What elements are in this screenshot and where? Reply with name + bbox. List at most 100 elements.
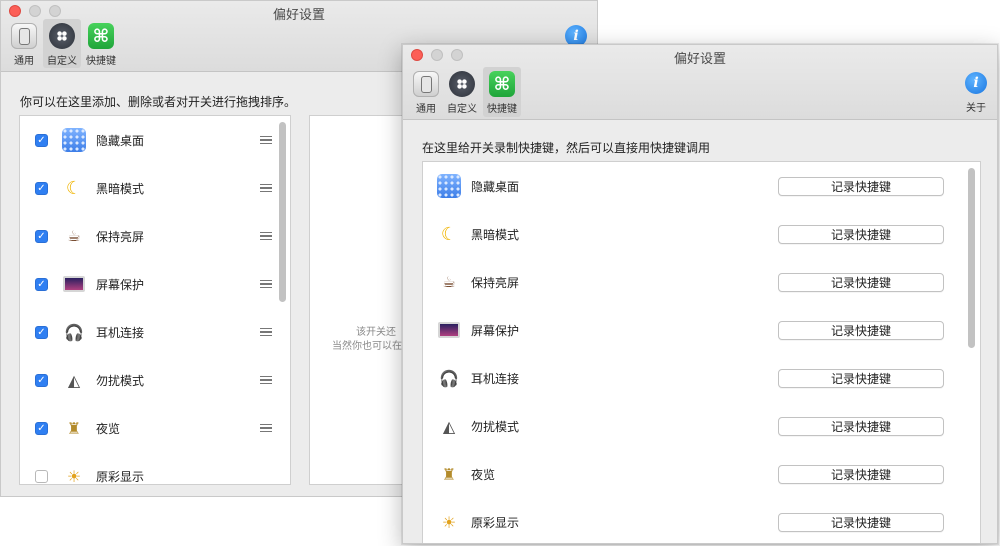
switch-list[interactable]: ✓ 隐藏桌面 ✓ ☾ 黑暗模式 ✓ ☕ 保持亮屏 ✓ 屏幕保护 ✓ 🎧 耳机连接 bbox=[19, 115, 291, 485]
list-item: 隐藏桌面 记录快捷键 bbox=[423, 162, 980, 210]
list-item[interactable]: ✓ 屏幕保护 bbox=[20, 260, 290, 308]
checkbox[interactable]: ✓ bbox=[35, 181, 48, 195]
checkbox[interactable]: ✓ bbox=[35, 277, 48, 291]
item-label: 耳机连接 bbox=[471, 371, 520, 386]
list-item[interactable]: ✓ ◭ 勿扰模式 bbox=[20, 356, 290, 404]
record-shortcut-button[interactable]: 记录快捷键 bbox=[778, 272, 944, 292]
drag-handle-icon[interactable] bbox=[260, 231, 272, 241]
info-icon: i bbox=[965, 72, 987, 94]
titlebar: 偏好设置 通用 自定义 ⌘ 快捷键 i 关于 bbox=[403, 45, 997, 120]
drag-handle-icon[interactable] bbox=[260, 135, 272, 145]
list-item: ☾ 黑暗模式 记录快捷键 bbox=[423, 210, 980, 258]
drag-handle-icon[interactable] bbox=[260, 279, 272, 289]
customize-icon bbox=[49, 23, 75, 49]
dark-mode-icon: ☾ bbox=[440, 223, 458, 245]
checkbox[interactable]: ✓ bbox=[35, 421, 48, 435]
placeholder-line: 当然你也可以在 bbox=[332, 341, 402, 352]
dark-mode-icon: ☾ bbox=[65, 177, 83, 199]
tab-customize[interactable]: 自定义 bbox=[443, 67, 481, 115]
placeholder-line: 该开关还 bbox=[356, 327, 396, 338]
record-shortcut-button[interactable]: 记录快捷键 bbox=[778, 320, 944, 340]
screensaver-icon bbox=[62, 272, 86, 296]
scrollbar[interactable] bbox=[279, 122, 286, 302]
shortcut-list[interactable]: 隐藏桌面 记录快捷键 ☾ 黑暗模式 记录快捷键 ☕ 保持亮屏 记录快捷键 屏幕保… bbox=[422, 161, 981, 543]
general-icon bbox=[11, 23, 37, 49]
instruction-text: 你可以在这里添加、删除或者对开关进行拖拽排序。 bbox=[20, 95, 297, 109]
checkbox[interactable] bbox=[35, 469, 48, 483]
list-item: 屏幕保护 记录快捷键 bbox=[423, 306, 980, 354]
item-label: 保持亮屏 bbox=[471, 275, 520, 290]
night-shift-icon: ♜ bbox=[66, 418, 82, 438]
tab-customize[interactable]: 自定义 bbox=[43, 19, 81, 68]
list-item: ♜ 夜览 记录快捷键 bbox=[423, 450, 980, 498]
checkbox[interactable]: ✓ bbox=[35, 229, 48, 243]
tab-shortcuts[interactable]: ⌘ 快捷键 bbox=[82, 19, 120, 67]
item-label: 夜览 bbox=[96, 421, 121, 436]
keep-awake-icon: ☕ bbox=[442, 273, 456, 291]
tab-label: 快捷键 bbox=[86, 56, 116, 67]
drag-handle-icon[interactable] bbox=[260, 375, 272, 385]
item-label: 屏幕保护 bbox=[471, 323, 520, 338]
item-label: 原彩显示 bbox=[471, 515, 520, 530]
item-label: 耳机连接 bbox=[96, 325, 145, 340]
drag-handle-icon[interactable] bbox=[260, 183, 272, 193]
true-tone-icon: ☀ bbox=[441, 512, 457, 532]
item-label: 屏幕保护 bbox=[96, 277, 145, 292]
list-item[interactable]: ✓ ♜ 夜览 bbox=[20, 404, 290, 452]
instruction-text: 在这里给开关录制快捷键，然后可以直接用快捷键调用 bbox=[422, 141, 711, 155]
checkbox[interactable]: ✓ bbox=[35, 373, 48, 387]
list-item[interactable]: ✓ 🎧 耳机连接 bbox=[20, 308, 290, 356]
list-item: ☕ 保持亮屏 记录快捷键 bbox=[423, 258, 980, 306]
item-label: 隐藏桌面 bbox=[471, 179, 520, 194]
record-shortcut-button[interactable]: 记录快捷键 bbox=[778, 176, 944, 196]
drag-handle-icon[interactable] bbox=[260, 327, 272, 337]
item-label: 勿扰模式 bbox=[471, 419, 520, 434]
customize-icon bbox=[449, 71, 475, 97]
list-item: ◭ 勿扰模式 记录快捷键 bbox=[423, 402, 980, 450]
about-label: 关于 bbox=[966, 103, 986, 114]
record-shortcut-button[interactable]: 记录快捷键 bbox=[778, 368, 944, 388]
keep-awake-icon: ☕ bbox=[67, 227, 81, 245]
do-not-disturb-icon: ◭ bbox=[67, 370, 81, 390]
list-item: 🎧 耳机连接 记录快捷键 bbox=[423, 354, 980, 402]
record-shortcut-button[interactable]: 记录快捷键 bbox=[778, 224, 944, 244]
shortcut-icon: ⌘ bbox=[88, 23, 114, 49]
list-item[interactable]: ✓ ☾ 黑暗模式 bbox=[20, 164, 290, 212]
headphones-icon: 🎧 bbox=[439, 368, 459, 388]
list-item[interactable]: ✓ ☕ 保持亮屏 bbox=[20, 212, 290, 260]
record-shortcut-button[interactable]: 记录快捷键 bbox=[778, 464, 944, 484]
do-not-disturb-icon: ◭ bbox=[442, 416, 456, 436]
item-label: 保持亮屏 bbox=[96, 229, 145, 244]
item-label: 勿扰模式 bbox=[96, 373, 145, 388]
tab-label: 自定义 bbox=[447, 104, 477, 115]
screensaver-icon bbox=[437, 318, 461, 342]
tab-label: 自定义 bbox=[47, 56, 77, 67]
drag-handle-icon[interactable] bbox=[260, 423, 272, 433]
about-button[interactable]: i 关于 bbox=[957, 67, 995, 114]
front-preferences-window: 偏好设置 通用 自定义 ⌘ 快捷键 i 关于 在这里给开关录制快捷键，然后可以直… bbox=[402, 44, 998, 544]
item-label: 原彩显示 bbox=[96, 469, 145, 484]
scrollbar[interactable] bbox=[968, 168, 975, 348]
item-label: 隐藏桌面 bbox=[96, 133, 145, 148]
list-item[interactable]: ☀ 原彩显示 bbox=[20, 452, 290, 485]
night-shift-icon: ♜ bbox=[441, 464, 457, 484]
checkbox[interactable]: ✓ bbox=[35, 325, 48, 339]
tab-general[interactable]: 通用 bbox=[5, 19, 43, 67]
checkbox[interactable]: ✓ bbox=[35, 133, 48, 147]
true-tone-icon: ☀ bbox=[66, 466, 82, 485]
list-item[interactable]: ✓ 隐藏桌面 bbox=[20, 116, 290, 164]
record-shortcut-button[interactable]: 记录快捷键 bbox=[778, 512, 944, 532]
general-icon bbox=[413, 71, 439, 97]
hide-desktop-icon bbox=[62, 128, 86, 152]
item-label: 黑暗模式 bbox=[471, 227, 520, 242]
list-item: ☀ 原彩显示 记录快捷键 bbox=[423, 498, 980, 543]
tab-label: 通用 bbox=[14, 56, 34, 67]
tab-label: 快捷键 bbox=[487, 104, 517, 115]
tab-shortcuts[interactable]: ⌘ 快捷键 bbox=[483, 67, 521, 117]
record-shortcut-button[interactable]: 记录快捷键 bbox=[778, 416, 944, 436]
window-title: 偏好设置 bbox=[673, 52, 726, 67]
hide-desktop-icon bbox=[437, 174, 461, 198]
tab-general[interactable]: 通用 bbox=[407, 67, 445, 115]
item-label: 黑暗模式 bbox=[96, 181, 145, 196]
headphones-icon: 🎧 bbox=[64, 322, 84, 342]
